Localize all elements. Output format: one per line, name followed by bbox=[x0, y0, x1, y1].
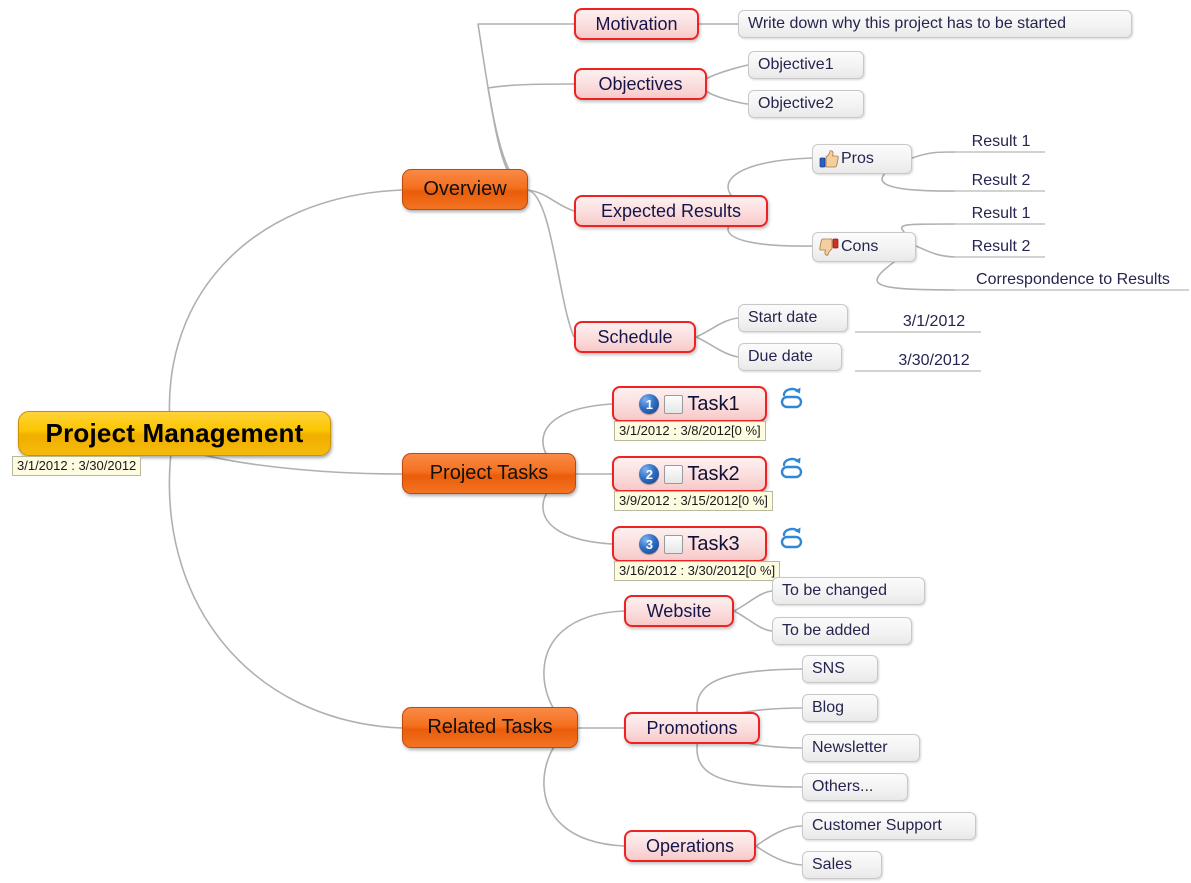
leaf-label-customer-support: Customer Support bbox=[812, 817, 942, 834]
leaf-value-due-date: 3/30/2012 bbox=[898, 352, 970, 369]
leaf-label-to-be-added: To be added bbox=[782, 622, 871, 639]
leaf-label-due-date: Due date bbox=[748, 348, 813, 365]
leaf-value-start-date: 3/1/2012 bbox=[902, 313, 966, 330]
leaf-label-objective1: Objective1 bbox=[758, 56, 834, 73]
task-node-task2[interactable]: 2 Task2 bbox=[612, 456, 767, 492]
thumbs-down-icon bbox=[819, 237, 839, 257]
leaf-node-sales[interactable]: Sales bbox=[802, 851, 882, 879]
leaf-label-pros: Pros bbox=[841, 150, 874, 167]
task-repeat-icon[interactable] bbox=[779, 386, 805, 412]
task-date-range-task2: 3/9/2012 : 3/15/2012[0 %] bbox=[614, 491, 773, 511]
subtopic-node-expected-results[interactable]: Expected Results bbox=[574, 195, 768, 227]
task-node-task3[interactable]: 3 Task3 bbox=[612, 526, 767, 562]
branch-node-related-tasks[interactable]: Related Tasks bbox=[402, 707, 578, 748]
leaf-node-cons-result-1[interactable]: Result 1 bbox=[955, 200, 1047, 224]
leaf-node-start-date[interactable]: Start date bbox=[738, 304, 848, 332]
leaf-label-others: Others... bbox=[812, 778, 874, 795]
task-repeat-icon[interactable] bbox=[779, 456, 805, 482]
task-number-badge: 1 bbox=[639, 394, 660, 414]
task-date-range-task1: 3/1/2012 : 3/8/2012[0 %] bbox=[614, 421, 766, 441]
leaf-node-to-be-changed[interactable]: To be changed bbox=[772, 577, 925, 605]
leaf-label-pros-result-1: Result 1 bbox=[971, 133, 1031, 150]
leaf-label-sns: SNS bbox=[812, 660, 845, 677]
task-node-task1[interactable]: 1 Task1 bbox=[612, 386, 767, 422]
task-checkbox[interactable] bbox=[664, 394, 684, 414]
leaf-node-cons-result-2[interactable]: Result 2 bbox=[955, 233, 1047, 257]
task-date-range-task3: 3/16/2012 : 3/30/2012[0 %] bbox=[614, 561, 781, 581]
leaf-node-to-be-added[interactable]: To be added bbox=[772, 617, 912, 645]
leaf-label-newsletter: Newsletter bbox=[812, 739, 888, 756]
leaf-node-due-date[interactable]: Due date bbox=[738, 343, 842, 371]
subtopic-label-schedule: Schedule bbox=[597, 326, 673, 347]
task-checkbox[interactable] bbox=[664, 464, 684, 484]
subtopic-label-operations: Operations bbox=[645, 835, 735, 856]
leaf-node-newsletter[interactable]: Newsletter bbox=[802, 734, 920, 762]
leaf-label-cons-result-2: Result 2 bbox=[971, 238, 1031, 255]
leaf-node-sns[interactable]: SNS bbox=[802, 655, 878, 683]
subtopic-label-website: Website bbox=[646, 600, 712, 621]
subtopic-node-promotions[interactable]: Promotions bbox=[624, 712, 760, 744]
leaf-label-cons-result-1: Result 1 bbox=[971, 205, 1031, 222]
leaf-label-cons: Cons bbox=[841, 238, 879, 255]
mindmap-canvas: Project Management 3/1/2012 : 3/30/2012 … bbox=[0, 0, 1191, 883]
leaf-node-pros-result-2[interactable]: Result 2 bbox=[955, 167, 1047, 191]
leaf-label-objective2: Objective2 bbox=[758, 95, 834, 112]
leaf-node-objective1[interactable]: Objective1 bbox=[748, 51, 864, 79]
leaf-node-cons[interactable]: Cons bbox=[812, 232, 916, 262]
root-node-label: Project Management bbox=[45, 418, 304, 448]
branch-node-overview[interactable]: Overview bbox=[402, 169, 528, 210]
root-node[interactable]: Project Management bbox=[18, 411, 331, 456]
task-label-task3: Task3 bbox=[687, 532, 740, 555]
subtopic-label-motivation: Motivation bbox=[595, 13, 678, 34]
leaf-label-to-be-changed: To be changed bbox=[782, 582, 887, 599]
leaf-node-motivation-text[interactable]: Write down why this project has to be st… bbox=[738, 10, 1132, 38]
leaf-node-due-date-value[interactable]: 3/30/2012 bbox=[886, 347, 982, 371]
leaf-node-start-date-value[interactable]: 3/1/2012 bbox=[888, 308, 980, 332]
leaf-label-sales: Sales bbox=[812, 856, 853, 873]
leaf-label-pros-result-2: Result 2 bbox=[971, 172, 1031, 189]
subtopic-label-promotions: Promotions bbox=[646, 717, 738, 738]
leaf-node-pros[interactable]: Pros bbox=[812, 144, 912, 174]
leaf-label-blog: Blog bbox=[812, 699, 845, 716]
leaf-label-correspondence-to-results: Correspondence to Results bbox=[976, 271, 1170, 288]
subtopic-node-website[interactable]: Website bbox=[624, 595, 734, 627]
branch-label-project-tasks: Project Tasks bbox=[429, 462, 549, 484]
subtopic-node-schedule[interactable]: Schedule bbox=[574, 321, 696, 353]
leaf-node-pros-result-1[interactable]: Result 1 bbox=[955, 128, 1047, 152]
branch-label-overview: Overview bbox=[423, 178, 507, 200]
task-repeat-icon[interactable] bbox=[779, 526, 805, 552]
leaf-node-correspondence-to-results[interactable]: Correspondence to Results bbox=[960, 266, 1186, 290]
branch-label-related-tasks: Related Tasks bbox=[427, 716, 553, 738]
task-label-task2: Task2 bbox=[687, 462, 740, 485]
task-label-task1: Task1 bbox=[687, 392, 740, 415]
subtopic-label-objectives: Objectives bbox=[598, 73, 683, 94]
root-date-range: 3/1/2012 : 3/30/2012 bbox=[12, 456, 142, 476]
subtopic-label-expected-results: Expected Results bbox=[600, 200, 742, 221]
thumbs-up-icon bbox=[819, 149, 839, 169]
leaf-node-objective2[interactable]: Objective2 bbox=[748, 90, 864, 118]
subtopic-node-objectives[interactable]: Objectives bbox=[574, 68, 707, 100]
branch-node-project-tasks[interactable]: Project Tasks bbox=[402, 453, 576, 494]
task-checkbox[interactable] bbox=[664, 534, 684, 554]
leaf-label-start-date: Start date bbox=[748, 309, 818, 326]
leaf-node-blog[interactable]: Blog bbox=[802, 694, 878, 722]
leaf-node-others[interactable]: Others... bbox=[802, 773, 908, 801]
leaf-label-motivation-text: Write down why this project has to be st… bbox=[748, 15, 1067, 32]
task-number-badge: 3 bbox=[639, 534, 660, 554]
subtopic-node-operations[interactable]: Operations bbox=[624, 830, 756, 862]
task-number-badge: 2 bbox=[639, 464, 660, 484]
leaf-node-customer-support[interactable]: Customer Support bbox=[802, 812, 976, 840]
subtopic-node-motivation[interactable]: Motivation bbox=[574, 8, 699, 40]
